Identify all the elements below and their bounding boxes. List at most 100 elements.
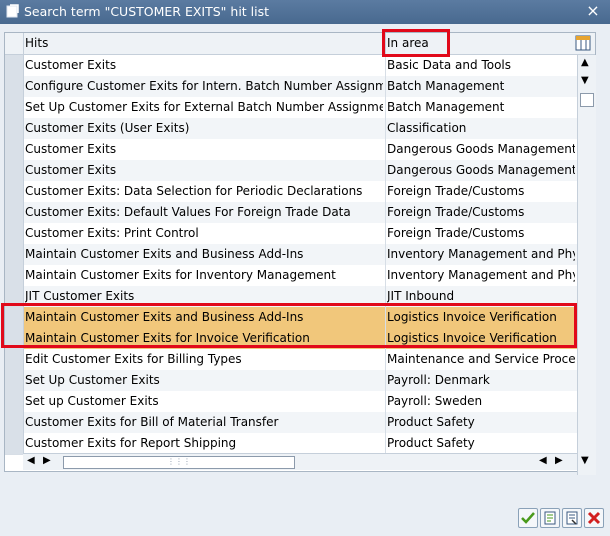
area-cell: Logistics Invoice Verification <box>387 310 557 324</box>
select-icon[interactable] <box>562 508 582 528</box>
title-bar: Search term "CUSTOMER EXITS" hit list × <box>0 0 610 24</box>
row-selector[interactable] <box>5 118 24 139</box>
area-cell: Foreign Trade/Customs <box>387 205 525 219</box>
table-row[interactable]: Customer Exits Dangerous Goods Management <box>5 160 577 182</box>
hit-cell[interactable]: Edit Customer Exits for Billing Types <box>25 352 383 366</box>
hit-cell[interactable]: Customer Exits for Report Shipping <box>25 436 383 450</box>
area-cell: Inventory Management and Physic <box>387 247 575 261</box>
table-row[interactable]: Customer Exits (User Exits) Classificatio… <box>5 118 577 140</box>
table-header: Hits In area <box>5 33 595 55</box>
area-cell: Dangerous Goods Management <box>387 163 575 177</box>
row-selector[interactable] <box>5 349 24 370</box>
hit-cell[interactable]: Customer Exits: Data Selection for Perio… <box>25 184 383 198</box>
scroll-right-icon[interactable]: ▶ <box>555 455 563 466</box>
table-row[interactable]: Edit Customer Exits for Billing Types Mai… <box>5 349 577 371</box>
hit-cell[interactable]: JIT Customer Exits <box>25 289 383 303</box>
hit-cell[interactable]: Customer Exits (User Exits) <box>25 121 383 135</box>
table-row[interactable]: Customer Exits: Print Control Foreign Tra… <box>5 223 577 245</box>
row-selector[interactable] <box>5 307 24 328</box>
table-row[interactable]: Customer Exits: Default Values For Forei… <box>5 202 577 224</box>
scroll-left-icon[interactable]: ◀ <box>27 455 35 466</box>
vertical-scroll-thumb[interactable] <box>580 93 594 107</box>
hit-cell[interactable]: Customer Exits <box>25 142 383 156</box>
red-x-icon[interactable] <box>584 508 604 528</box>
row-selector[interactable] <box>5 139 24 160</box>
row-selector[interactable] <box>5 202 24 223</box>
area-cell: Payroll: Denmark <box>387 373 490 387</box>
window-title: Search term "CUSTOMER EXITS" hit list <box>24 4 270 19</box>
row-selector[interactable] <box>5 244 24 265</box>
table-row-highlighted[interactable]: Maintain Customer Exits and Business Add… <box>5 307 577 329</box>
horizontal-scroll-thumb[interactable]: ⋮⋮⋮ <box>63 456 295 469</box>
hit-cell[interactable]: Customer Exits <box>25 58 383 72</box>
row-selector[interactable] <box>5 370 24 391</box>
row-selector[interactable] <box>5 286 24 307</box>
hit-cell[interactable]: Maintain Customer Exits for Invoice Veri… <box>25 331 383 345</box>
window-icon <box>6 4 19 18</box>
row-selector[interactable] <box>5 55 24 76</box>
vertical-scrollbar[interactable]: ▲ ▼ ▼ <box>577 55 596 475</box>
hit-cell[interactable]: Customer Exits <box>25 163 383 177</box>
table-row[interactable]: Customer Exits: Data Selection for Perio… <box>5 181 577 203</box>
area-cell: Product Safety <box>387 436 475 450</box>
row-selector[interactable] <box>5 391 24 412</box>
scroll-up-icon[interactable]: ▲ <box>581 57 589 68</box>
row-selector[interactable] <box>5 181 24 202</box>
table-row[interactable]: Maintain Customer Exits and Business Add… <box>5 244 577 266</box>
table-row[interactable]: Set up Customer Exits Payroll: Sweden <box>5 391 577 413</box>
scroll-down-icon[interactable]: ▼ <box>581 75 589 86</box>
row-selector[interactable] <box>5 328 24 349</box>
table-row[interactable]: Customer Exits for Report Shipping Produc… <box>5 433 577 455</box>
table-row[interactable]: Configure Customer Exits for Intern. Bat… <box>5 76 577 98</box>
row-selector[interactable] <box>5 160 24 181</box>
hit-cell[interactable]: Customer Exits for Bill of Material Tran… <box>25 415 383 429</box>
hit-cell[interactable]: Customer Exits: Print Control <box>25 226 383 240</box>
table-row[interactable]: Maintain Customer Exits for Inventory Ma… <box>5 265 577 287</box>
table-row[interactable]: Customer Exits for Bill of Material Tran… <box>5 412 577 434</box>
column-config-icon[interactable] <box>575 35 591 51</box>
hit-cell[interactable]: Maintain Customer Exits and Business Add… <box>25 247 383 261</box>
scroll-right-icon[interactable]: ▶ <box>43 455 51 466</box>
area-cell: Dangerous Goods Management <box>387 142 575 156</box>
area-cell: Classification <box>387 121 467 135</box>
area-cell: Product Safety <box>387 415 475 429</box>
dialog-footer <box>0 502 610 536</box>
close-icon[interactable]: × <box>584 2 602 20</box>
table-row[interactable]: JIT Customer Exits JIT Inbound <box>5 286 577 308</box>
table-row[interactable]: Customer Exits Dangerous Goods Management <box>5 139 577 161</box>
column-header-in-area[interactable]: In area <box>387 36 429 50</box>
table-row[interactable]: Set Up Customer Exits Payroll: Denmark <box>5 370 577 392</box>
area-cell: Batch Management <box>387 100 505 114</box>
hit-list-table: Hits In area Customer Exits Basic Data an… <box>1 29 596 475</box>
table-row[interactable]: Set Up Customer Exits for External Batch… <box>5 97 577 119</box>
area-cell: Maintenance and Service Processir <box>387 352 575 366</box>
hit-cell[interactable]: Set up Customer Exits <box>25 394 383 408</box>
row-selector[interactable] <box>5 412 24 433</box>
hit-cell[interactable]: Configure Customer Exits for Intern. Bat… <box>25 79 383 93</box>
row-selector[interactable] <box>5 265 24 286</box>
select-all-cell[interactable] <box>5 33 24 54</box>
area-cell: Batch Management <box>387 79 505 93</box>
hit-cell[interactable]: Set Up Customer Exits for External Batch… <box>25 100 383 114</box>
horizontal-scrollbar[interactable]: ◀ ▶ ⋮⋮⋮ ◀ ▶ <box>23 453 577 470</box>
row-selector[interactable] <box>5 433 24 454</box>
column-header-hits[interactable]: Hits <box>25 36 48 50</box>
area-cell: Foreign Trade/Customs <box>387 226 525 240</box>
hit-cell[interactable]: Maintain Customer Exits for Inventory Ma… <box>25 268 383 282</box>
area-cell: Payroll: Sweden <box>387 394 483 408</box>
table-row[interactable]: Customer Exits Basic Data and Tools <box>5 55 577 77</box>
hit-cell[interactable]: Maintain Customer Exits and Business Add… <box>25 310 383 324</box>
table-row-highlighted[interactable]: Maintain Customer Exits for Invoice Veri… <box>5 328 577 350</box>
hit-cell[interactable]: Set Up Customer Exits <box>25 373 383 387</box>
hit-cell[interactable]: Customer Exits: Default Values For Forei… <box>25 205 383 219</box>
copy-icon[interactable] <box>540 508 560 528</box>
area-cell: Logistics Invoice Verification <box>387 331 557 345</box>
hit-list-dialog: Search term "CUSTOMER EXITS" hit list × … <box>0 0 610 536</box>
scroll-left-icon[interactable]: ◀ <box>539 455 547 466</box>
area-cell: Foreign Trade/Customs <box>387 184 525 198</box>
green-check-icon[interactable] <box>518 508 538 528</box>
row-selector[interactable] <box>5 97 24 118</box>
scroll-down-icon[interactable]: ▼ <box>581 455 589 466</box>
row-selector[interactable] <box>5 76 24 97</box>
row-selector[interactable] <box>5 223 24 244</box>
